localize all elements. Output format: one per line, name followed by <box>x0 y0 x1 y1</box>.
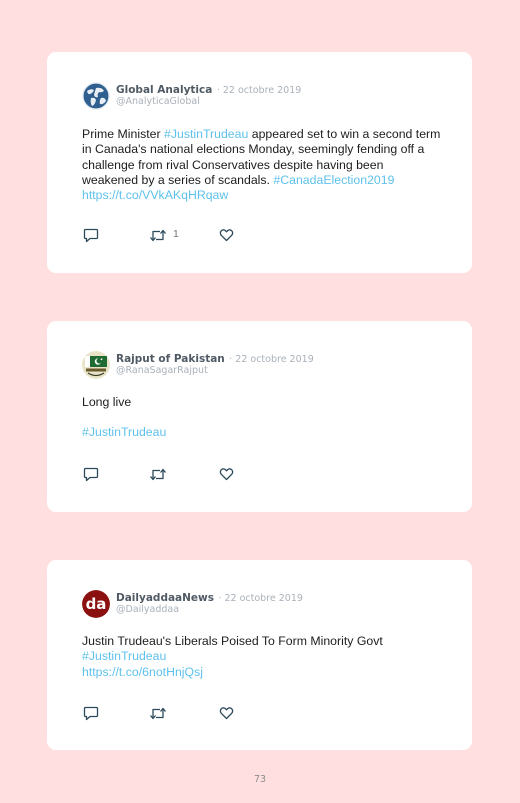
tweet-date[interactable]: · 22 octobre 2019 <box>218 593 303 604</box>
tweet-header: Rajput of Pakistan · 22 octobre 2019 @Ra… <box>82 350 314 380</box>
tweet-card: da DailyaddaaNews · 22 octobre 2019 @Dai… <box>47 560 472 750</box>
like-button[interactable] <box>219 706 234 720</box>
author-handle[interactable]: @Dailyaddaa <box>116 605 303 615</box>
tweet-header: Global Analytica · 22 octobre 2019 @Anal… <box>82 81 301 111</box>
author-name[interactable]: Rajput of Pakistan <box>116 353 225 365</box>
like-button[interactable] <box>219 467 234 481</box>
retweet-button[interactable] <box>149 706 167 721</box>
da-logo-icon: da <box>82 590 110 618</box>
retweet-icon <box>150 707 166 720</box>
tweet-text: Justin Trudeau's Liberals Poised To Form… <box>82 634 442 680</box>
author-handle[interactable]: @RanaSagarRajput <box>116 366 314 376</box>
reply-button[interactable] <box>83 706 99 721</box>
retweet-button[interactable] <box>149 467 167 482</box>
author-name[interactable]: Global Analytica <box>116 84 212 96</box>
retweet-button[interactable]: 1 <box>149 228 179 243</box>
tweet-header: da DailyaddaaNews · 22 octobre 2019 @Dai… <box>82 589 303 619</box>
tweet-actions: 1 <box>83 228 283 244</box>
url-link[interactable]: https://t.co/6notHnjQsj <box>82 665 203 679</box>
da-logo-text: da <box>86 595 107 613</box>
tweet-date[interactable]: · 22 octobre 2019 <box>229 354 314 365</box>
author-name[interactable]: DailyaddaaNews <box>116 592 214 604</box>
retweet-count: 1 <box>173 228 179 240</box>
tweet-date[interactable]: · 22 octobre 2019 <box>217 85 302 96</box>
like-button[interactable] <box>219 228 234 242</box>
tweet-card: Rajput of Pakistan · 22 octobre 2019 @Ra… <box>47 321 472 512</box>
avatar[interactable]: da <box>82 590 110 618</box>
avatar[interactable] <box>82 82 110 110</box>
tweet-actions <box>83 467 283 483</box>
hashtag-link[interactable]: #JustinTrudeau <box>82 425 166 439</box>
author-handle[interactable]: @AnalyticaGlobal <box>116 97 301 107</box>
reply-icon <box>83 228 99 243</box>
retweet-icon <box>150 468 166 481</box>
url-link[interactable]: https://t.co/VVkAKqHRqaw <box>82 188 228 202</box>
heart-icon <box>219 229 234 242</box>
tweet-text: Prime Minister #JustinTrudeau appeared s… <box>82 127 442 203</box>
reply-button[interactable] <box>83 228 99 243</box>
page-number: 73 <box>253 774 267 785</box>
tweet-text-segment: Prime Minister <box>82 127 164 141</box>
avatar[interactable] <box>82 351 110 379</box>
reply-icon <box>83 706 99 721</box>
heart-icon <box>219 707 234 720</box>
hashtag-link[interactable]: #JustinTrudeau <box>82 649 166 663</box>
retweet-icon <box>150 229 166 242</box>
tweet-text-segment: Long live <box>82 395 132 409</box>
heart-icon <box>219 468 234 481</box>
globe-icon <box>82 82 110 110</box>
hashtag-link[interactable]: #CanadaElection2019 <box>273 173 394 187</box>
tweet-text: Long live #JustinTrudeau <box>82 395 442 441</box>
tweet-text-segment: Justin Trudeau's Liberals Poised To Form… <box>82 634 383 648</box>
tweet-card: Global Analytica · 22 octobre 2019 @Anal… <box>47 52 472 273</box>
pakistan-flag-emblem-icon <box>82 351 110 379</box>
reply-button[interactable] <box>83 467 99 482</box>
hashtag-link[interactable]: #JustinTrudeau <box>164 127 248 141</box>
reply-icon <box>83 467 99 482</box>
tweet-actions <box>83 706 283 722</box>
